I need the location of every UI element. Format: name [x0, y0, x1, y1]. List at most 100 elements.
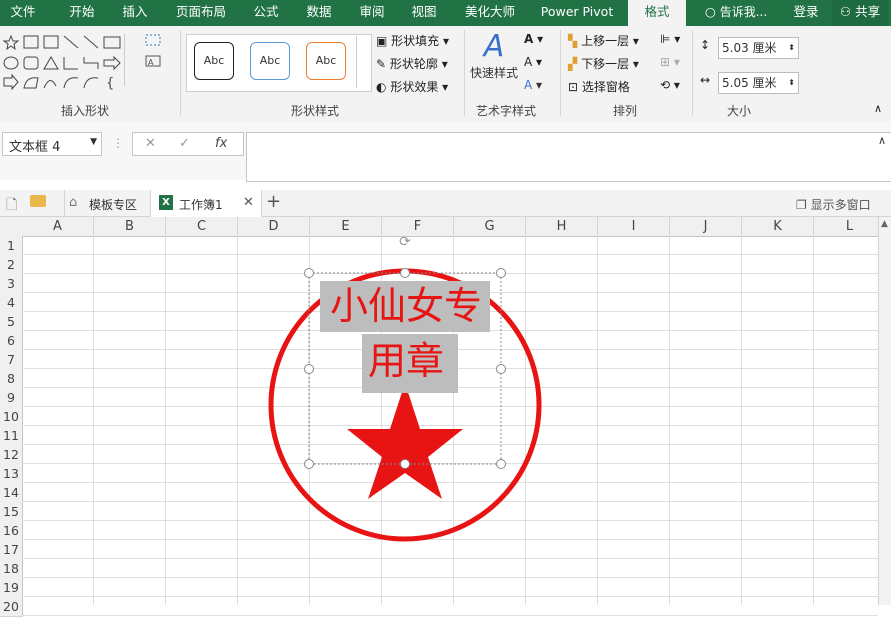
new-file-icon[interactable]: 🗋 [6, 194, 17, 218]
shape-width-input[interactable]: 5.05 厘米 ⬍ [718, 72, 799, 94]
row-header-20[interactable]: 20 [0, 597, 23, 617]
resize-handle-ne[interactable] [496, 268, 506, 278]
shape-effect-button[interactable]: ◐ 形状效果 ▾ [376, 78, 448, 95]
bring-forward-icon: ▚ [568, 34, 578, 48]
template-tab[interactable]: ⌂ 模板专区 [64, 190, 149, 216]
rotate-handle-icon[interactable]: ⟳ [399, 234, 411, 250]
tab-insert[interactable]: 插入 [110, 0, 160, 26]
column-header-b[interactable]: B [94, 217, 166, 237]
tab-beautify[interactable]: 美化大师 [455, 0, 525, 26]
spin-arrows-icon[interactable]: ⬍ [788, 73, 795, 93]
shapes-gallery[interactable]: { [2, 32, 136, 92]
scroll-up-icon[interactable]: ▲ [881, 219, 888, 229]
row-header-11[interactable]: 11 [0, 426, 23, 446]
row-header-18[interactable]: 18 [0, 559, 23, 579]
confirm-icon[interactable]: ✓ [179, 136, 190, 151]
tab-file[interactable]: 文件 [0, 0, 46, 26]
resize-handle-se[interactable] [496, 459, 506, 469]
spreadsheet-grid[interactable]: ABCDEFGHIJKL 1 2 3 4 5 6 7 8 9 10 11 12 13 14 15 16 17 18… [0, 217, 886, 617]
tell-me-box[interactable]: ○ 告诉我... [696, 0, 776, 26]
tab-review[interactable]: 审阅 [350, 0, 394, 26]
resize-handle-sw[interactable] [304, 459, 314, 469]
expand-formula-icon[interactable]: ∧ [878, 134, 886, 147]
row-header-10[interactable]: 10 [0, 407, 23, 427]
row-header-6[interactable]: 6 [0, 331, 23, 351]
row-header-13[interactable]: 13 [0, 464, 23, 484]
collapse-ribbon-icon[interactable]: ∧ [874, 102, 882, 115]
name-box[interactable]: 文本框 4 ▼ [2, 132, 102, 156]
login-link[interactable]: 登录 [786, 0, 826, 26]
stamp-star-icon[interactable] [347, 383, 463, 499]
shape-fill-button[interactable]: ▣ 形状填充 ▾ [376, 32, 449, 49]
group-icon[interactable]: ⊞ ▾ [660, 55, 680, 69]
triangle-shape-icon [43, 56, 59, 70]
tab-view[interactable]: 视图 [402, 0, 446, 26]
row-header-16[interactable]: 16 [0, 521, 23, 541]
multi-window-button[interactable]: ❐ 显示多窗口 [796, 196, 871, 213]
row-header-14[interactable]: 14 [0, 483, 23, 503]
home-icon: ⌂ [69, 195, 78, 210]
row-header-17[interactable]: 17 [0, 540, 23, 560]
rotate-icon[interactable]: ⟲ ▾ [660, 78, 680, 92]
align-icon[interactable]: ⊫ ▾ [660, 32, 680, 46]
bring-forward-button[interactable]: ▚ 上移一层 ▾ [568, 32, 639, 49]
tab-formulas[interactable]: 公式 [244, 0, 288, 26]
workbook-tab[interactable]: X 工作簿1 ✕ [150, 190, 262, 217]
row-header-1[interactable]: 1 [0, 236, 23, 256]
shape-style-blue[interactable]: Abc [250, 42, 290, 80]
styles-gallery-scroll[interactable] [356, 36, 369, 88]
text-fill-button[interactable]: A ▾ [524, 32, 543, 46]
freeform-shape-icon [23, 77, 39, 89]
share-button[interactable]: ⚇ 共享 [832, 0, 888, 26]
column-header-a[interactable]: A [22, 217, 94, 237]
tab-data[interactable]: 数据 [296, 0, 342, 26]
column-header-i[interactable]: I [598, 217, 670, 237]
spin-arrows-icon[interactable]: ⬍ [788, 38, 795, 58]
close-tab-icon[interactable]: ✕ [243, 195, 254, 210]
column-header-k[interactable]: K [742, 217, 814, 237]
column-header-l[interactable]: L [814, 217, 886, 237]
column-header-j[interactable]: J [670, 217, 742, 237]
formula-input[interactable] [246, 132, 891, 182]
row-header-3[interactable]: 3 [0, 274, 23, 294]
tab-power-pivot[interactable]: Power Pivot [534, 0, 620, 26]
vertical-scrollbar[interactable]: ▲ [878, 217, 891, 605]
row-header-7[interactable]: 7 [0, 350, 23, 370]
shape-style-black[interactable]: Abc [194, 42, 234, 80]
shape-style-orange[interactable]: Abc [306, 42, 346, 80]
row-header-12[interactable]: 12 [0, 445, 23, 465]
resize-handle-s[interactable] [400, 459, 410, 469]
row-header-5[interactable]: 5 [0, 312, 23, 332]
quick-styles-button[interactable]: A 快速样式 [470, 30, 518, 86]
select-all-corner[interactable] [0, 217, 23, 237]
row-header-2[interactable]: 2 [0, 255, 23, 275]
shape-height-input[interactable]: 5.03 厘米 ⬍ [718, 37, 799, 59]
chevron-down-icon[interactable]: ▼ [90, 137, 97, 147]
resize-handle-nw[interactable] [304, 268, 314, 278]
text-effect-button[interactable]: A ▾ [524, 78, 542, 92]
folder-icon[interactable] [30, 195, 46, 207]
row-header-19[interactable]: 19 [0, 578, 23, 598]
edit-shape-icon[interactable]: A [142, 32, 172, 72]
shapes-gallery-scroll[interactable] [124, 34, 137, 86]
shape-outline-button[interactable]: ✎ 形状轮廓 ▾ [376, 55, 448, 72]
stamp-text[interactable]: 小仙女专 用章 [318, 279, 494, 389]
send-backward-button[interactable]: ▞ 下移一层 ▾ [568, 55, 639, 72]
resize-handle-w[interactable] [304, 364, 314, 374]
selection-pane-button[interactable]: ⊡ 选择窗格 [568, 78, 630, 95]
column-header-c[interactable]: C [166, 217, 238, 237]
grid-row-line [22, 577, 878, 578]
insert-function-icon[interactable]: fx [215, 136, 227, 151]
resize-handle-e[interactable] [496, 364, 506, 374]
add-tab-button[interactable]: + [266, 191, 281, 212]
row-header-4[interactable]: 4 [0, 293, 23, 313]
resize-handle-n[interactable] [400, 268, 410, 278]
row-header-15[interactable]: 15 [0, 502, 23, 522]
row-header-9[interactable]: 9 [0, 388, 23, 408]
tab-page-layout[interactable]: 页面布局 [168, 0, 234, 26]
row-header-8[interactable]: 8 [0, 369, 23, 389]
text-outline-button[interactable]: A ▾ [524, 55, 542, 69]
tab-home[interactable]: 开始 [56, 0, 108, 26]
tab-format[interactable]: 格式 [628, 0, 686, 26]
cancel-icon[interactable]: ✕ [145, 136, 156, 151]
